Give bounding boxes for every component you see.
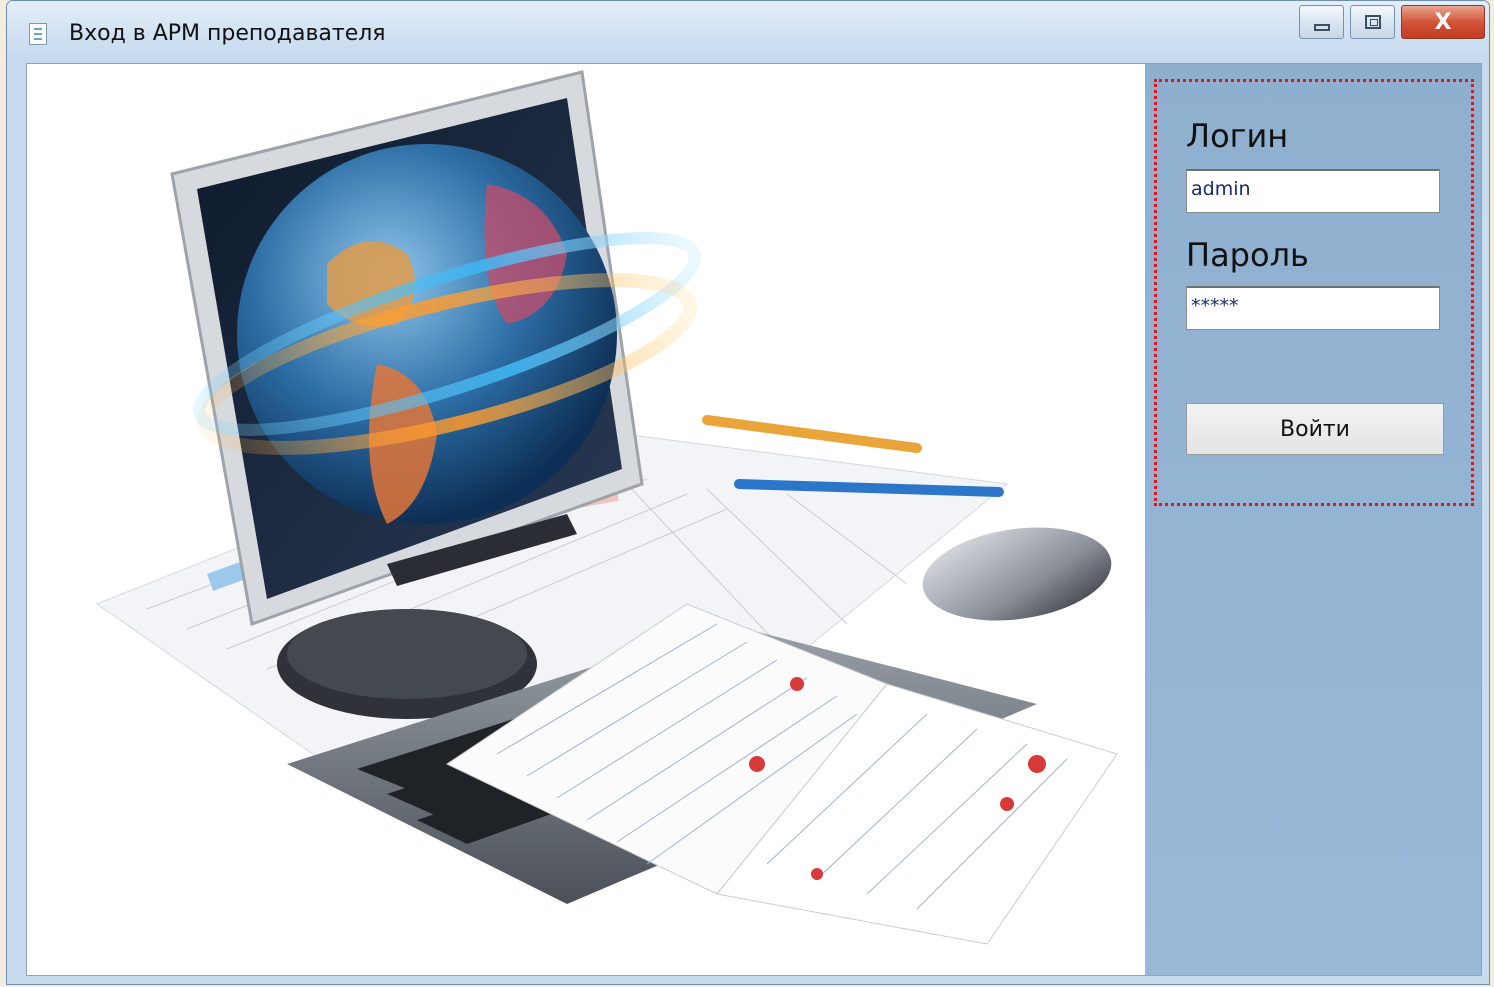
- login-submit-button[interactable]: Войти: [1186, 403, 1444, 455]
- minimize-icon: [1313, 23, 1330, 31]
- app-icon: [29, 23, 47, 45]
- maximize-button[interactable]: [1350, 5, 1395, 39]
- login-side-panel: Логин admin Пароль ***** Войти: [1145, 64, 1481, 975]
- password-input[interactable]: *****: [1186, 286, 1440, 330]
- close-icon: X: [1434, 9, 1452, 35]
- illustration-image: [27, 64, 1145, 975]
- login-label: Логин: [1186, 117, 1289, 155]
- window-title: Вход в АРМ преподавателя: [69, 21, 386, 46]
- window-client-area: Логин admin Пароль ***** Войти: [26, 63, 1482, 976]
- pencil: [702, 415, 922, 453]
- login-input[interactable]: admin: [1186, 169, 1440, 213]
- maximize-icon: [1364, 15, 1381, 29]
- login-form: Логин admin Пароль ***** Войти: [1154, 79, 1474, 506]
- title-bar[interactable]: Вход в АРМ преподавателя X: [7, 1, 1489, 63]
- login-window: Вход в АРМ преподавателя X Логин admin П…: [6, 0, 1490, 985]
- teacher-workstation-illustration: [95, 70, 1118, 945]
- password-label: Пароль: [1186, 236, 1309, 274]
- minimize-button[interactable]: [1299, 5, 1344, 39]
- close-button[interactable]: X: [1401, 5, 1485, 39]
